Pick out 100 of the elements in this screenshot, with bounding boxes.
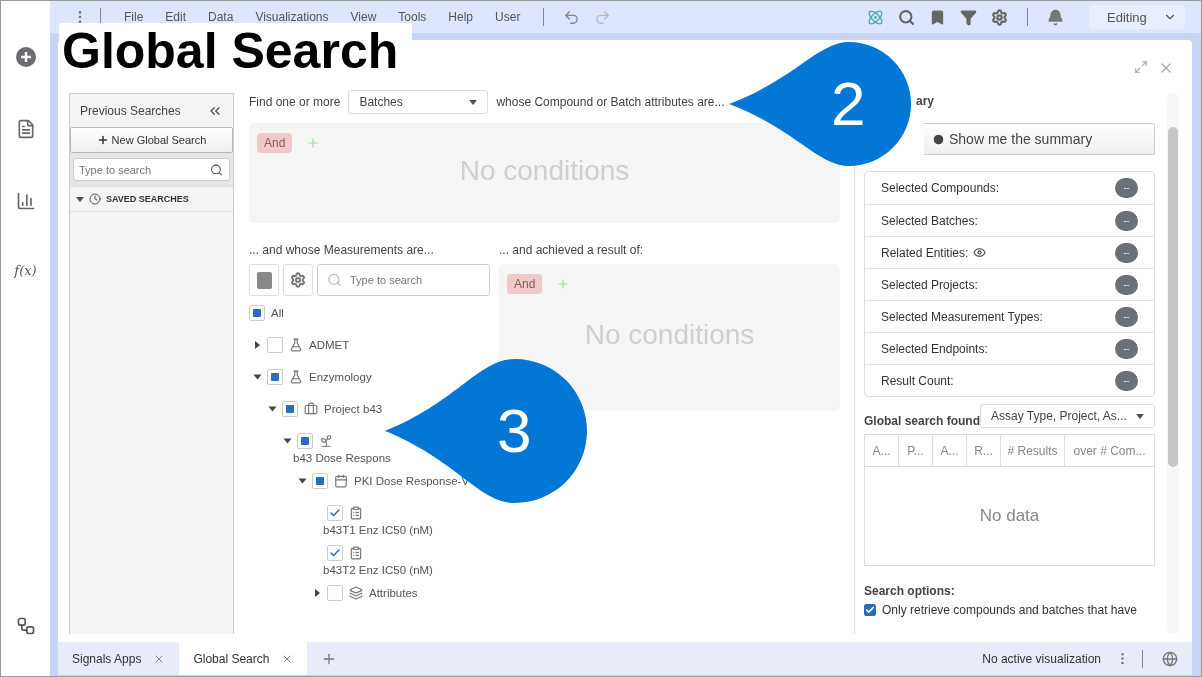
tree-item-label[interactable]: b43T1 Enz IC50 (nM) (323, 524, 433, 536)
tree-checkbox[interactable] (327, 505, 343, 521)
count-badge: -- (1115, 210, 1138, 231)
tree-item-label[interactable]: b43T2 Enz IC50 (nM) (323, 564, 433, 576)
menu-item[interactable]: Data (208, 10, 234, 24)
callout-number: 2 (831, 68, 866, 139)
plus-icon (96, 134, 109, 146)
section-label: ... and whose Measurements are... (249, 243, 435, 257)
new-search-button[interactable]: New Global Search (70, 127, 233, 153)
globe-icon[interactable] (1162, 650, 1178, 667)
add-icon[interactable] (15, 47, 36, 67)
tree-item-label[interactable]: All (271, 307, 284, 319)
column-header[interactable]: R... (967, 435, 1001, 466)
entity-select[interactable]: Batches (348, 90, 489, 114)
menu-item[interactable]: User (495, 10, 521, 24)
flask-icon (289, 338, 303, 352)
mode-select[interactable]: Editing (1089, 5, 1185, 29)
tree-checkbox[interactable] (297, 433, 313, 449)
play-icon (932, 132, 945, 146)
empty-message: No data (979, 506, 1040, 526)
menu-item[interactable]: Help (448, 10, 474, 24)
clipboard-icon (349, 506, 363, 520)
eye-icon[interactable] (973, 246, 987, 259)
tree-item-label[interactable]: ADMET (309, 339, 350, 351)
grouping-select[interactable]: Assay Type, Project, As... (980, 404, 1155, 428)
undo-icon[interactable] (563, 8, 581, 26)
find-label: whose Compound or Batch attributes are... (496, 95, 725, 109)
count-badge: -- (1115, 338, 1138, 359)
menu-item[interactable]: Tools (398, 10, 427, 24)
column-header[interactable]: P... (899, 435, 933, 466)
tree-checkbox[interactable] (327, 585, 343, 601)
option-label[interactable]: Only retrieve compounds and batches that have (882, 603, 1137, 617)
tree-item-label[interactable]: b43 Dose Respons (293, 452, 391, 464)
page-title: Global Search (62, 22, 399, 80)
summary-label: Selected Measurement Types: (881, 309, 1043, 324)
operator-tag[interactable]: And (257, 133, 293, 153)
bar-chart-icon[interactable] (15, 191, 36, 211)
settings-icon[interactable] (991, 8, 1008, 26)
expand-arrow-icon[interactable] (314, 589, 320, 597)
panel-title: Previous Searches (80, 104, 181, 118)
tree-checkbox[interactable] (282, 401, 298, 417)
column-header[interactable]: A... (933, 435, 967, 466)
tree-item-label[interactable]: Enzymology (309, 371, 372, 383)
search-icon[interactable] (898, 8, 915, 26)
expand-arrow-icon[interactable] (253, 374, 261, 380)
scrollbar[interactable] (1167, 93, 1179, 634)
count-badge: -- (1115, 242, 1138, 263)
document-tab[interactable]: Signals Apps (58, 642, 180, 675)
filter-icon[interactable] (960, 8, 977, 26)
menu-item[interactable]: Visualizations (255, 10, 329, 24)
tree-item-label[interactable]: PKI Dose Response-V (354, 475, 470, 487)
color-button[interactable] (249, 264, 279, 296)
check-icon (865, 605, 875, 615)
summary-label: Related Entities: (881, 245, 969, 260)
search-icon (210, 163, 223, 176)
option-checkbox[interactable] (864, 604, 876, 616)
operator-tag[interactable]: And (507, 274, 543, 294)
tree-checkbox[interactable] (267, 369, 283, 385)
tree-checkbox[interactable] (312, 473, 328, 489)
summary-button[interactable]: Show me the summary (924, 123, 1155, 155)
expand-arrow-icon[interactable] (268, 406, 276, 412)
tree-item-label[interactable]: Attributes (369, 587, 418, 599)
layers-icon (349, 586, 363, 600)
bookmark-icon[interactable] (929, 8, 946, 26)
tree-checkbox[interactable] (267, 337, 283, 353)
status-text: No active visualization (982, 651, 1101, 666)
section-label: ... and achieved a result of: (499, 243, 645, 257)
flask-icon (289, 370, 303, 384)
document-tab[interactable]: Global Search (179, 642, 308, 675)
settings-button[interactable] (283, 264, 313, 296)
count-badge: -- (1115, 178, 1138, 198)
bell-icon[interactable] (1047, 8, 1064, 26)
column-header[interactable]: A... (865, 435, 899, 466)
menu-item[interactable]: File (124, 10, 144, 24)
menu-item[interactable]: View (350, 10, 377, 24)
workflow-icon[interactable] (15, 616, 36, 636)
function-label[interactable]: f(x) (14, 263, 37, 278)
expand-arrow-icon[interactable] (254, 341, 260, 349)
callout-number: 3 (497, 395, 532, 466)
menu-item[interactable]: Edit (165, 10, 187, 24)
section-label[interactable]: SAVED SEARCHES (106, 194, 189, 204)
expand-arrow-icon[interactable] (298, 478, 306, 484)
column-header[interactable]: over # Com... (1065, 435, 1154, 466)
expand-arrow-icon[interactable] (283, 438, 291, 444)
find-label: Find one or more (249, 95, 341, 109)
clipboard-icon (349, 546, 363, 560)
tree-checkbox[interactable] (327, 545, 343, 561)
column-header[interactable]: # Results (1001, 435, 1065, 466)
tree-checkbox[interactable] (249, 305, 265, 321)
tree-item-label[interactable]: Project b43 (324, 403, 383, 415)
section-label: Search options: (864, 584, 956, 598)
check-icon (329, 507, 341, 519)
expand-arrow-icon[interactable] (76, 196, 84, 202)
search-icon (327, 272, 342, 288)
summary-label: Selected Compounds: (881, 181, 1000, 195)
summary-label: Selected Batches: (881, 213, 978, 228)
calendar-icon (334, 474, 348, 488)
count-badge: -- (1115, 306, 1138, 327)
search-field[interactable]: Type to search (318, 265, 489, 295)
settings-icon (290, 272, 306, 288)
